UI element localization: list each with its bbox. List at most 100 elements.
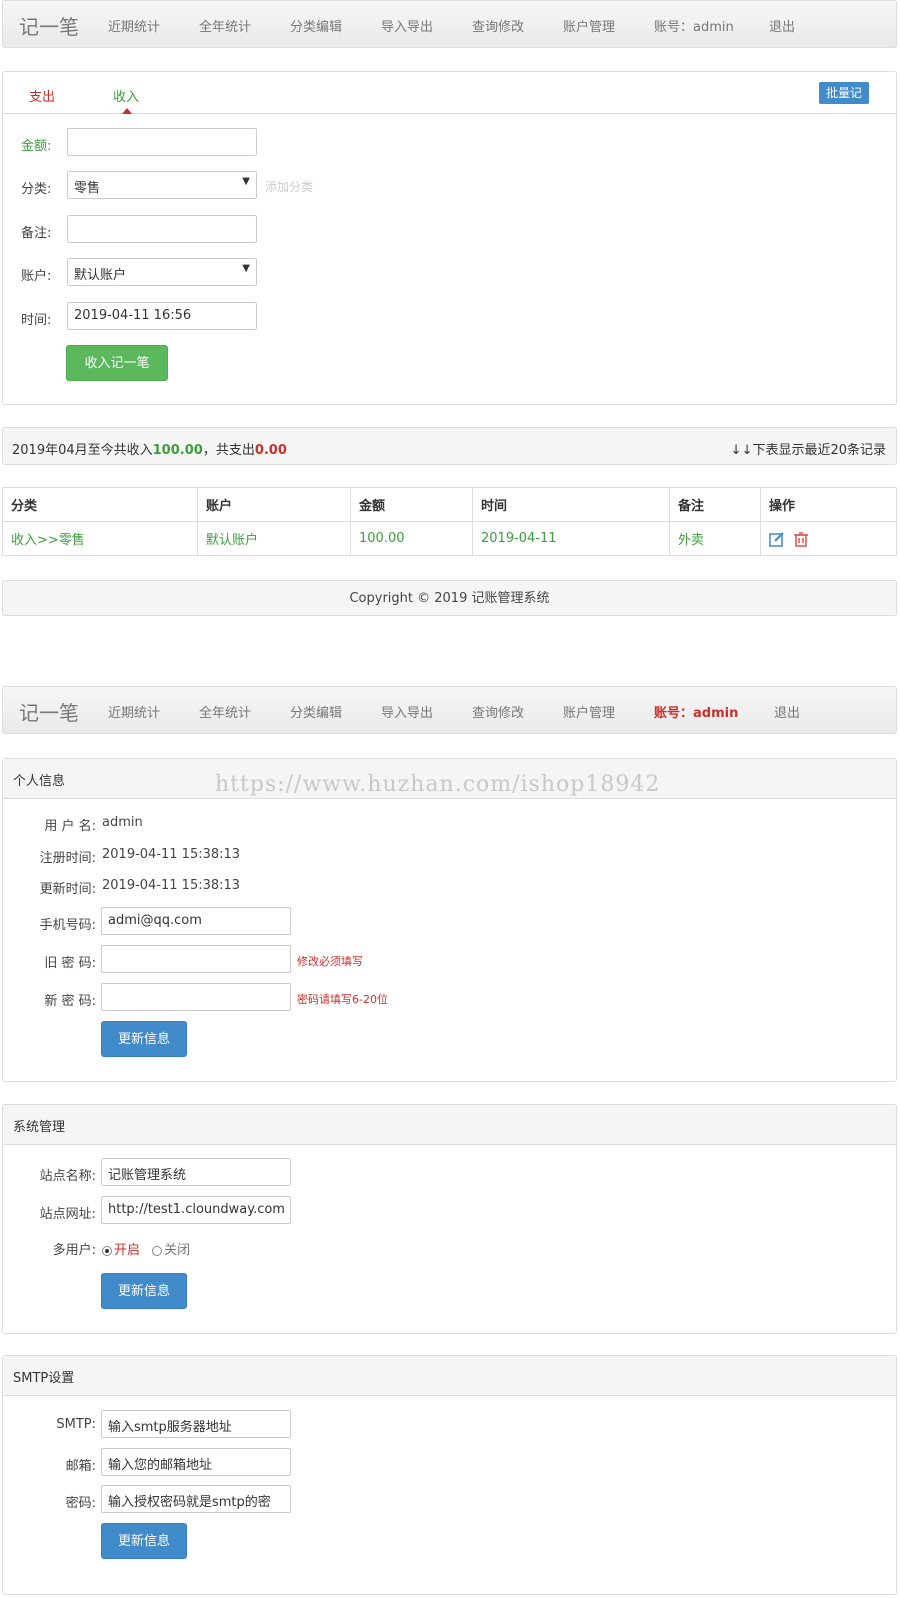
record-form-panel: 支出 收入 批量记 金额: 分类: 零售 ▼ 添加分类 备注: 账户: 默认账户… (2, 71, 897, 405)
nav-item-annual-stats[interactable]: 全年统计 (199, 702, 251, 721)
summary-bar: 2019年04月至今共收入100.00，共支出0.00 ↓↓下表显示最近20条记… (2, 427, 897, 465)
smtp-password-label: 密码: (65, 1496, 96, 1511)
old-password-hint: 修改必须填写 (297, 955, 363, 968)
smtp-email-input[interactable]: 输入您的邮箱地址 (101, 1448, 291, 1476)
tab-expense[interactable]: 支出 (29, 86, 55, 105)
radio-off[interactable] (152, 1245, 163, 1256)
nav-item-import-export[interactable]: 导入导出 (381, 702, 433, 721)
multi-user-label: 多用户: (52, 1243, 96, 1258)
update-time-value: 2019-04-11 15:38:13 (102, 878, 241, 893)
add-category-link[interactable]: 添加分类 (265, 178, 313, 195)
cell-note: 外卖 (669, 521, 761, 556)
username-label: 用 户 名: (44, 819, 96, 834)
col-actions: 操作 (760, 487, 897, 522)
nav-item-category-edit[interactable]: 分类编辑 (290, 16, 342, 35)
footer: Copyright © 2019 记账管理系统 (2, 580, 897, 616)
tab-income[interactable]: 收入 (113, 86, 139, 105)
summary-expense: 0.00 (254, 443, 287, 458)
smtp-email-label: 邮箱: (65, 1459, 96, 1474)
account-select[interactable]: 默认账户 ▼ (67, 258, 257, 286)
col-amount: 金额 (350, 487, 473, 522)
active-tab-caret-icon (122, 108, 132, 114)
nav-item-category-edit[interactable]: 分类编辑 (290, 702, 342, 721)
account-select-value: 默认账户 (74, 268, 127, 283)
new-password-label: 新 密 码: (44, 994, 96, 1009)
smtp-panel: SMTP设置 SMTP: 输入smtp服务器地址 邮箱: 输入您的邮箱地址 密码… (2, 1355, 897, 1595)
account-label: 账户: (21, 269, 52, 284)
edit-icon[interactable] (769, 531, 785, 547)
new-password-hint: 密码请填写6-20位 (297, 993, 388, 1006)
smtp-heading: SMTP设置 (3, 1356, 896, 1396)
amount-input[interactable] (67, 128, 257, 156)
records-table: 分类 账户 金额 时间 备注 操作 收入>>零售 默认账户 100.00 201… (2, 487, 897, 556)
cell-category: 收入>>零售 (2, 521, 198, 556)
col-time: 时间 (472, 487, 670, 522)
batch-record-button[interactable]: 批量记 (819, 82, 869, 104)
nav-item-annual-stats[interactable]: 全年统计 (199, 16, 251, 35)
summary-text: 2019年04月至今共收入100.00，共支出0.00 (12, 439, 287, 458)
summary-prefix: 2019年04月至今共收入 (12, 443, 153, 458)
nav-item-recent-stats[interactable]: 近期统计 (108, 16, 160, 35)
site-name-input[interactable]: 记账管理系统 (101, 1158, 291, 1186)
radio-on-label[interactable]: 开启 (114, 1243, 140, 1258)
nav-item-logout[interactable]: 退出 (769, 16, 795, 35)
update-smtp-button[interactable]: 更新信息 (101, 1523, 187, 1559)
col-category: 分类 (2, 487, 198, 522)
top-navbar: 记一笔 近期统计 全年统计 分类编辑 导入导出 查询修改 账户管理 账号：adm… (2, 0, 897, 48)
brand-logo[interactable]: 记一笔 (19, 697, 79, 726)
income-submit-button[interactable]: 收入记一笔 (66, 345, 168, 381)
register-time-label: 注册时间: (39, 851, 96, 866)
old-password-label: 旧 密 码: (44, 956, 96, 971)
smtp-label: SMTP: (56, 1417, 96, 1432)
system-management-panel: 系统管理 站点名称: 记账管理系统 站点网址: http://test1.clo… (2, 1104, 897, 1334)
time-label: 时间: (21, 313, 52, 328)
category-select[interactable]: 零售 ▼ (67, 171, 257, 199)
personal-info-panel: 个人信息 用 户 名: admin 注册时间: 2019-04-11 15:38… (2, 758, 897, 1082)
smtp-server-input[interactable]: 输入smtp服务器地址 (101, 1410, 291, 1438)
site-url-input[interactable]: http://test1.cloundway.com (101, 1196, 291, 1224)
nav-item-query-edit[interactable]: 查询修改 (472, 702, 524, 721)
cell-amount: 100.00 (350, 521, 473, 556)
phone-label: 手机号码: (39, 918, 96, 933)
smtp-password-input[interactable]: 输入授权密码就是smtp的密 (101, 1485, 291, 1513)
table-row: 收入>>零售 默认账户 100.00 2019-04-11 外卖 (2, 521, 897, 556)
nav-item-account[interactable]: 账号：admin (654, 16, 734, 35)
note-input[interactable] (67, 215, 257, 243)
category-label: 分类: (21, 182, 52, 197)
category-select-value: 零售 (74, 181, 101, 196)
nav-item-account-active[interactable]: 账号：admin (654, 702, 738, 721)
register-time-value: 2019-04-11 15:38:13 (102, 847, 241, 862)
top-navbar-2: 记一笔 近期统计 全年统计 分类编辑 导入导出 查询修改 账户管理 账号：adm… (2, 686, 897, 734)
watermark-text: https://www.huzhan.com/ishop18942 (215, 772, 661, 797)
delete-icon[interactable] (793, 531, 809, 547)
system-management-heading: 系统管理 (3, 1105, 896, 1145)
update-personal-button[interactable]: 更新信息 (101, 1021, 187, 1057)
nav-item-account-manage[interactable]: 账户管理 (563, 702, 615, 721)
brand-logo[interactable]: 记一笔 (19, 11, 79, 40)
cell-time: 2019-04-11 (472, 521, 670, 556)
phone-input[interactable]: admi@qq.com (101, 907, 291, 935)
nav-item-query-edit[interactable]: 查询修改 (472, 16, 524, 35)
radio-off-label[interactable]: 关闭 (164, 1243, 190, 1258)
summary-income: 100.00 (152, 443, 203, 458)
table-header-row: 分类 账户 金额 时间 备注 操作 (2, 487, 897, 522)
update-time-label: 更新时间: (39, 882, 96, 897)
site-name-label: 站点名称: (39, 1169, 96, 1184)
time-input[interactable]: 2019-04-11 16:56 (67, 302, 257, 330)
new-password-input[interactable] (101, 983, 291, 1011)
cell-account: 默认账户 (197, 521, 351, 556)
col-note: 备注 (669, 487, 761, 522)
amount-label: 金额: (21, 139, 52, 154)
nav-item-logout[interactable]: 退出 (774, 702, 800, 721)
note-label: 备注: (21, 226, 52, 241)
radio-on[interactable] (102, 1245, 112, 1256)
nav-item-import-export[interactable]: 导入导出 (381, 16, 433, 35)
nav-item-recent-stats[interactable]: 近期统计 (108, 702, 160, 721)
update-system-button[interactable]: 更新信息 (101, 1273, 187, 1309)
nav-item-account-manage[interactable]: 账户管理 (563, 16, 615, 35)
old-password-input[interactable] (101, 945, 291, 973)
site-url-label: 站点网址: (39, 1207, 96, 1222)
select-arrow-icon: ▼ (242, 263, 250, 274)
col-account: 账户 (197, 487, 351, 522)
recent-records-note: ↓↓下表显示最近20条记录 (730, 443, 886, 458)
